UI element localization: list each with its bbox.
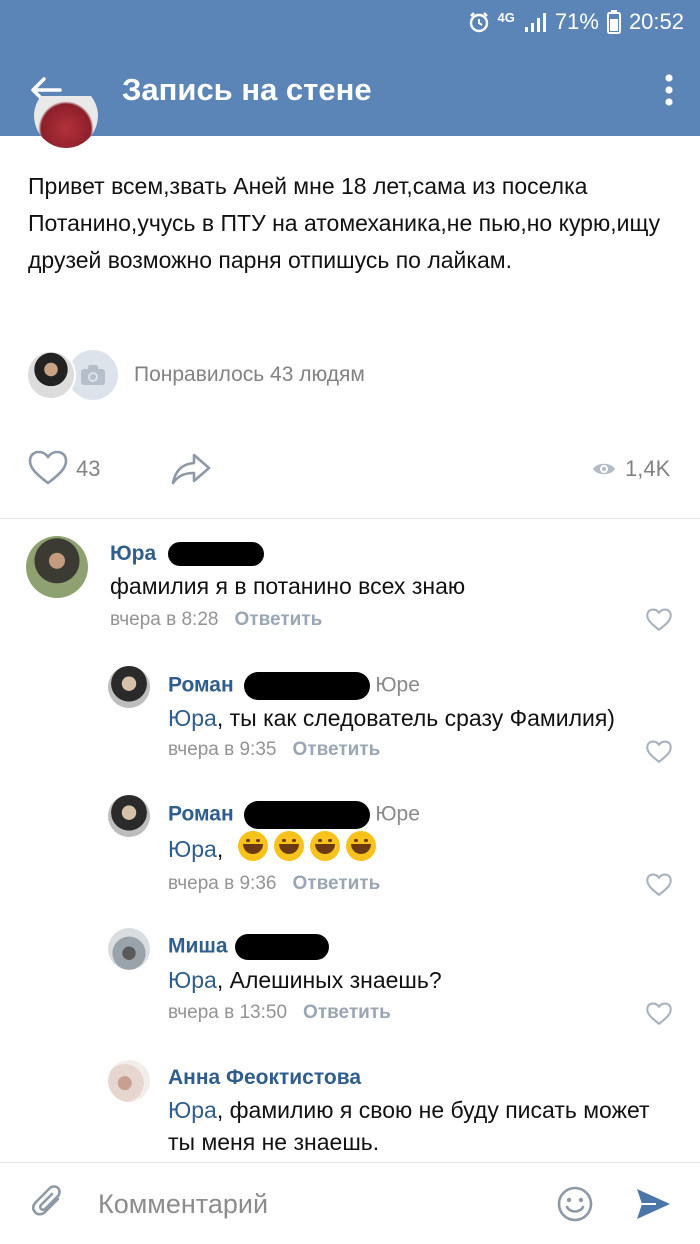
commenter-avatar[interactable] <box>108 1060 150 1102</box>
redaction <box>243 801 370 829</box>
mention-link[interactable]: Юра <box>168 836 217 862</box>
grinning-face-icon <box>309 831 340 861</box>
views-count: 1,4K <box>625 456 671 481</box>
mention-link[interactable]: Юра <box>168 705 217 731</box>
network-label: 4G <box>497 10 515 25</box>
comment-text: фамилия я в потанино всех знаю <box>110 573 466 599</box>
status-time: 20:52 <box>628 9 684 34</box>
signal-icon <box>523 11 547 33</box>
comment: Анна Феоктистова Юра, фамилию я свою не … <box>108 1060 688 1160</box>
status-bar: 4G 71% 20:52 <box>0 0 700 44</box>
liker-avatar <box>26 350 76 400</box>
grinning-face-icon <box>273 831 304 861</box>
page-title: Запись на стене <box>122 72 372 107</box>
comment: Юра фамилия я в потанино всех знаю вчера… <box>26 536 686 636</box>
grinning-face-icon <box>237 831 268 861</box>
likes-summary[interactable]: Понравилось 43 людям <box>26 350 365 400</box>
comment-text: Юра, Алешиных знаешь? <box>168 967 442 993</box>
commenter-avatar[interactable] <box>108 666 150 708</box>
comment-like-icon[interactable] <box>646 740 672 769</box>
comment: Роман Юре Юра, ты как следователь сразу … <box>108 666 688 766</box>
commenter-avatar[interactable] <box>108 928 150 970</box>
reply-button[interactable]: Ответить <box>292 739 380 760</box>
comment-like-icon[interactable] <box>646 873 672 902</box>
comment-meta: вчера в 8:28 Ответить <box>110 609 323 630</box>
comment-author[interactable]: Юра <box>110 542 265 567</box>
comment-meta: вчера в 13:50 Ответить <box>168 1002 391 1023</box>
comment-text: Юра, <box>168 831 382 865</box>
app-bar: Запись на стене <box>0 44 700 136</box>
reply-button[interactable]: Ответить <box>303 1002 391 1023</box>
comment-author[interactable]: Роман Юре <box>168 801 420 829</box>
like-count: 43 <box>76 456 101 481</box>
views-icon <box>592 460 616 483</box>
battery-icon <box>606 10 621 34</box>
comment-like-icon[interactable] <box>646 608 672 637</box>
reply-button[interactable]: Ответить <box>234 609 322 630</box>
reply-button[interactable]: Ответить <box>292 873 380 894</box>
comment-like-icon[interactable] <box>646 1002 672 1031</box>
alarm-icon <box>468 11 490 33</box>
battery-percent: 71% <box>554 9 599 34</box>
post-actions: 43 1,4K <box>0 446 700 496</box>
emoji-icon[interactable] <box>556 1185 594 1228</box>
mention-link[interactable]: Юра <box>168 967 217 993</box>
overflow-menu-icon[interactable] <box>658 70 680 110</box>
comment: Роман Юре Юра, вчера в 9:36 Ответить <box>108 795 688 896</box>
commenter-avatar[interactable] <box>108 795 150 837</box>
comment: Миша Юра, Алешиных знаешь? вчера в 13:50… <box>108 928 688 1028</box>
comment-input[interactable]: Комментарий <box>98 1189 268 1220</box>
attach-icon[interactable] <box>30 1185 68 1228</box>
mention-link[interactable]: Юра <box>168 1097 217 1123</box>
likes-text: Понравилось 43 людям <box>134 363 365 386</box>
send-icon[interactable] <box>634 1185 672 1228</box>
comment-meta: вчера в 9:36 Ответить <box>168 873 381 894</box>
post-author-avatar[interactable] <box>34 96 98 148</box>
like-icon[interactable] <box>28 450 68 491</box>
comment-text: Юра, фамилию я свою не буду писать может… <box>168 1097 650 1155</box>
post-text: Привет всем,звать Аней мне 18 лет,сама и… <box>28 173 661 273</box>
divider <box>0 518 700 519</box>
comment-meta: вчера в 9:35 Ответить <box>168 739 381 760</box>
comment-author[interactable]: Анна Феоктистова <box>168 1066 361 1090</box>
redaction <box>243 672 370 700</box>
redaction <box>168 542 265 567</box>
share-icon[interactable] <box>170 452 212 491</box>
grinning-face-icon <box>345 831 376 861</box>
comment-composer: Комментарий <box>0 1162 700 1244</box>
commenter-avatar[interactable] <box>26 536 88 598</box>
comment-text: Юра, ты как следователь сразу Фамилия) <box>168 705 615 731</box>
comment-author[interactable]: Миша <box>168 934 330 960</box>
redaction <box>235 934 330 960</box>
comment-author[interactable]: Роман Юре <box>168 672 420 700</box>
